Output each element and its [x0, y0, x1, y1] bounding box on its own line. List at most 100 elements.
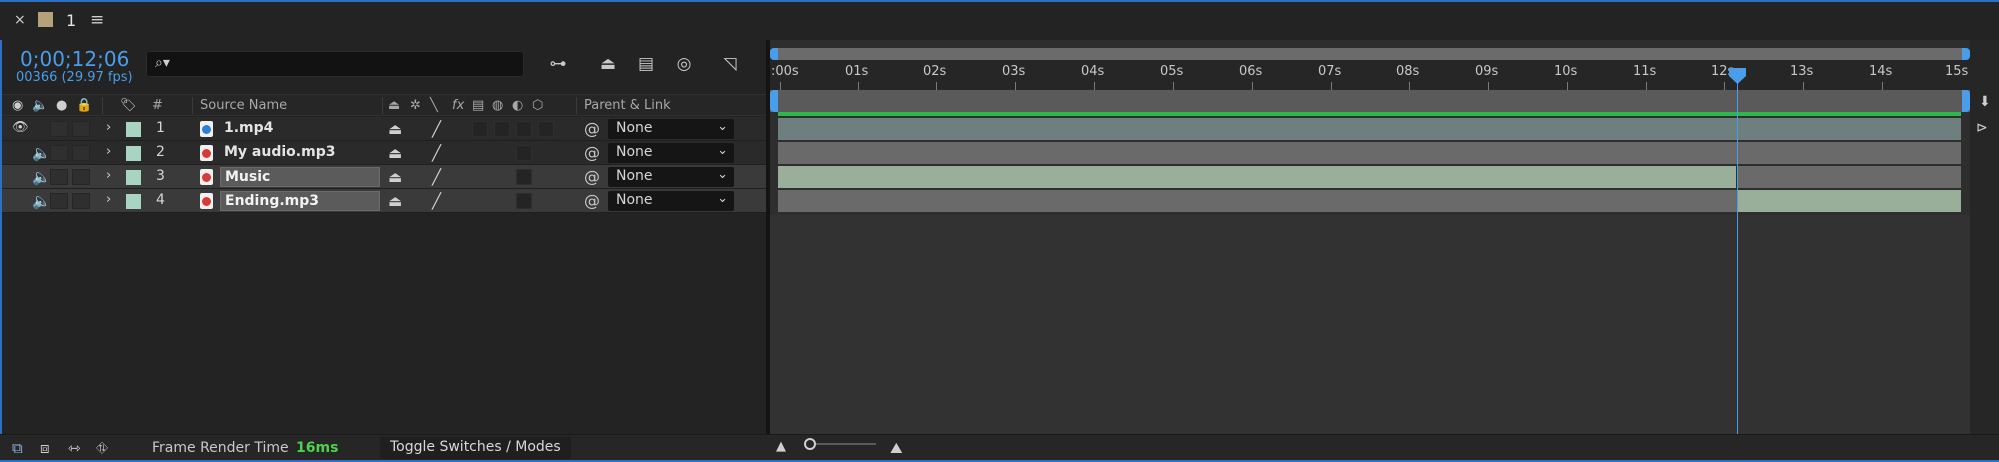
- zoom-slider-track[interactable]: [806, 443, 876, 445]
- layer-switches-toggle-icon[interactable]: ⧉: [12, 439, 23, 457]
- 3d-layer-switch-icon[interactable]: ⬡: [532, 98, 543, 113]
- render-time-toggle-icon[interactable]: ⛗: [96, 439, 108, 457]
- motion-blur-toggle[interactable]: [494, 121, 510, 137]
- chevron-right-icon[interactable]: ›: [106, 144, 111, 159]
- navigator-end-handle[interactable]: [1962, 48, 1970, 60]
- chevron-right-icon[interactable]: ›: [106, 192, 111, 207]
- lock-toggle[interactable]: [72, 193, 90, 209]
- zoom-out-icon[interactable]: ▲: [776, 439, 786, 454]
- label-color-swatch[interactable]: [126, 146, 141, 161]
- layer-bar-4-empty: [778, 190, 1737, 212]
- motion-blur-icon[interactable]: ◎: [672, 52, 696, 76]
- layer-row-2[interactable]: 🔈 › 2 My audio.mp3 ⏏ ╱ @ None ⌄: [2, 141, 767, 165]
- speaker-icon[interactable]: 🔈: [32, 168, 51, 186]
- shy-switch-icon[interactable]: ⏏: [388, 168, 402, 186]
- adjustment-toggle[interactable]: [516, 193, 532, 209]
- adjustment-toggle[interactable]: [516, 145, 532, 161]
- layer-row-4[interactable]: 🔈 › 4 Ending.mp3 ⏏ ╱ @ None ⌄: [2, 189, 767, 213]
- layer-bar-3[interactable]: [778, 166, 1736, 188]
- video-switch-icon[interactable]: ◉: [12, 98, 23, 113]
- solo-switch-icon[interactable]: ●: [56, 98, 67, 113]
- parent-dropdown[interactable]: None ⌄: [608, 167, 734, 187]
- shy-switch-icon[interactable]: ⏏: [388, 144, 402, 162]
- shy-switch-icon[interactable]: ⏏: [388, 192, 402, 210]
- chevron-right-icon[interactable]: ›: [106, 168, 111, 183]
- adjustment-switch-icon[interactable]: ◐: [512, 98, 523, 113]
- quality-switch-icon[interactable]: ╱: [432, 168, 441, 186]
- layer-search-input[interactable]: ⌕▾: [146, 51, 524, 77]
- toggle-switches-modes-button[interactable]: Toggle Switches / Modes: [380, 437, 571, 459]
- frame-blend-toggle[interactable]: [472, 121, 488, 137]
- parent-dropdown[interactable]: None ⌄: [608, 191, 734, 211]
- eye-icon[interactable]: 👁: [12, 120, 29, 135]
- quality-switch-icon[interactable]: ╱: [432, 144, 441, 162]
- effect-switch-icon[interactable]: fx: [452, 98, 464, 113]
- layer-bar-2[interactable]: [778, 142, 1961, 164]
- lock-toggle[interactable]: [72, 121, 90, 137]
- comp-marker-icon[interactable]: ⬇: [1979, 94, 1991, 110]
- label-color-swatch[interactable]: [126, 170, 141, 185]
- work-area-start-handle[interactable]: [770, 90, 778, 112]
- navigator-start-handle[interactable]: [770, 48, 778, 60]
- layer-bar-4[interactable]: [1738, 190, 1961, 212]
- solo-toggle[interactable]: [50, 169, 68, 185]
- shy-switch-icon[interactable]: ⏏: [388, 120, 402, 138]
- current-time-indicator[interactable]: [1737, 70, 1738, 434]
- pickwhip-icon[interactable]: @: [584, 119, 600, 138]
- pickwhip-icon[interactable]: @: [584, 143, 600, 162]
- parent-dropdown[interactable]: None ⌄: [608, 143, 734, 163]
- label-color-swatch[interactable]: [126, 194, 141, 209]
- frame-blending-icon[interactable]: ▤: [634, 52, 658, 76]
- lock-toggle[interactable]: [72, 169, 90, 185]
- label-column-icon[interactable]: 🏷: [120, 98, 137, 113]
- solo-toggle[interactable]: [50, 121, 68, 137]
- pickwhip-icon[interactable]: @: [584, 167, 600, 186]
- in-out-toggle-icon[interactable]: ⇿: [68, 439, 81, 457]
- collapse-switch-icon[interactable]: ✲: [410, 98, 421, 113]
- layer-bar-1[interactable]: [778, 118, 1961, 140]
- layer-name[interactable]: My audio.mp3: [220, 143, 339, 163]
- frame-blend-switch-icon[interactable]: ▤: [472, 98, 484, 113]
- comp-tab-name[interactable]: 1: [66, 11, 76, 30]
- quality-switch-icon[interactable]: ╲: [430, 98, 438, 113]
- chevron-right-icon[interactable]: ›: [106, 120, 111, 135]
- speaker-icon[interactable]: 🔈: [32, 144, 51, 162]
- layer-name[interactable]: Ending.mp3: [220, 191, 380, 211]
- comp-mini-flowchart-icon[interactable]: ⊶: [546, 52, 570, 76]
- transfer-controls-toggle-icon[interactable]: ⧈: [40, 439, 50, 457]
- zoom-slider-knob[interactable]: [804, 438, 816, 450]
- motion-blur-switch-icon[interactable]: ◍: [492, 98, 503, 113]
- solo-toggle[interactable]: [50, 145, 68, 161]
- zoom-in-icon[interactable]: ⛰: [890, 439, 903, 457]
- lock-toggle[interactable]: [72, 145, 90, 161]
- source-name-header[interactable]: Source Name: [200, 98, 287, 113]
- adjustment-toggle[interactable]: [516, 169, 532, 185]
- comp-button-icon[interactable]: ⊳: [1976, 120, 1988, 136]
- ruler-tick: [1173, 82, 1174, 90]
- ruler-tick: [1252, 82, 1253, 90]
- shy-layers-icon[interactable]: ⏏: [596, 52, 620, 76]
- adjustment-toggle[interactable]: [516, 121, 532, 137]
- quality-switch-icon[interactable]: ╱: [432, 192, 441, 210]
- layer-name[interactable]: 1.mp4: [220, 119, 277, 139]
- solo-toggle[interactable]: [50, 193, 68, 209]
- layer-name[interactable]: Music: [220, 167, 380, 187]
- layer-row-3[interactable]: 🔈 › 3 Music ⏏ ╱ @ None ⌄: [2, 165, 767, 189]
- close-icon[interactable]: ×: [14, 12, 26, 28]
- quality-switch-icon[interactable]: ╱: [432, 120, 441, 138]
- parent-dropdown[interactable]: None ⌄: [608, 119, 734, 139]
- graph-editor-icon[interactable]: ◹: [718, 52, 742, 76]
- work-area-end-handle[interactable]: [1962, 90, 1970, 112]
- work-area-bar[interactable]: [770, 90, 1970, 112]
- audio-switch-icon[interactable]: 🔈: [32, 98, 48, 113]
- label-color-swatch[interactable]: [126, 122, 141, 137]
- shy-switch-icon[interactable]: ⏏: [388, 98, 400, 113]
- speaker-icon[interactable]: 🔈: [32, 192, 51, 210]
- layer-row-1[interactable]: 👁 › 1 1.mp4 ⏏ ╱ @ None ⌄: [2, 117, 767, 141]
- time-navigator[interactable]: [770, 48, 1970, 60]
- 3d-toggle[interactable]: [538, 121, 554, 137]
- pickwhip-icon[interactable]: @: [584, 191, 600, 210]
- panel-menu-icon[interactable]: ≡: [90, 10, 104, 30]
- current-time-display[interactable]: 0;00;12;06: [20, 47, 129, 71]
- lock-switch-icon[interactable]: 🔒: [76, 98, 92, 113]
